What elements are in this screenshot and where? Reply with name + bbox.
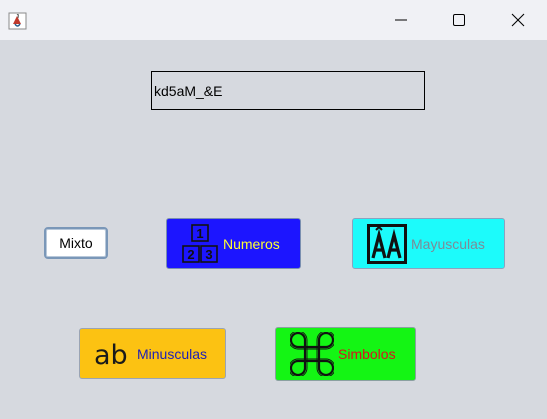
svg-text:3: 3 xyxy=(205,247,212,262)
minusculas-button[interactable]: ab Minusculas xyxy=(79,328,226,379)
lowercase-ab-icon: ab xyxy=(94,340,128,369)
svg-text:ab: ab xyxy=(94,340,128,369)
maximize-button[interactable] xyxy=(436,0,482,40)
command-symbol-icon xyxy=(290,332,334,376)
mayusculas-button[interactable]: Mayusculas xyxy=(352,218,505,269)
svg-text:2: 2 xyxy=(187,247,194,262)
simbolos-button[interactable]: Simbolos xyxy=(275,327,416,381)
simbolos-label: Simbolos xyxy=(338,346,396,362)
minimize-icon xyxy=(395,19,407,21)
minimize-button[interactable] xyxy=(378,0,424,40)
maximize-icon xyxy=(453,14,465,26)
close-icon xyxy=(511,13,525,27)
svg-text:1: 1 xyxy=(196,226,203,241)
numeros-label: Numeros xyxy=(223,235,280,252)
numbers-blocks-icon: 1 2 3 xyxy=(182,223,218,263)
title-bar xyxy=(0,0,547,40)
uppercase-aa-icon xyxy=(367,223,407,264)
password-output-field[interactable]: kd5aM_&E xyxy=(151,71,425,110)
java-cup-icon[interactable] xyxy=(8,12,27,30)
close-button[interactable] xyxy=(495,0,541,40)
mixto-label: Mixto xyxy=(59,235,93,251)
minusculas-label: Minusculas xyxy=(137,345,208,362)
numeros-button[interactable]: 1 2 3 Numeros xyxy=(166,218,301,269)
mixto-button[interactable]: Mixto xyxy=(44,227,108,259)
mayusculas-label: Mayusculas xyxy=(411,235,485,252)
